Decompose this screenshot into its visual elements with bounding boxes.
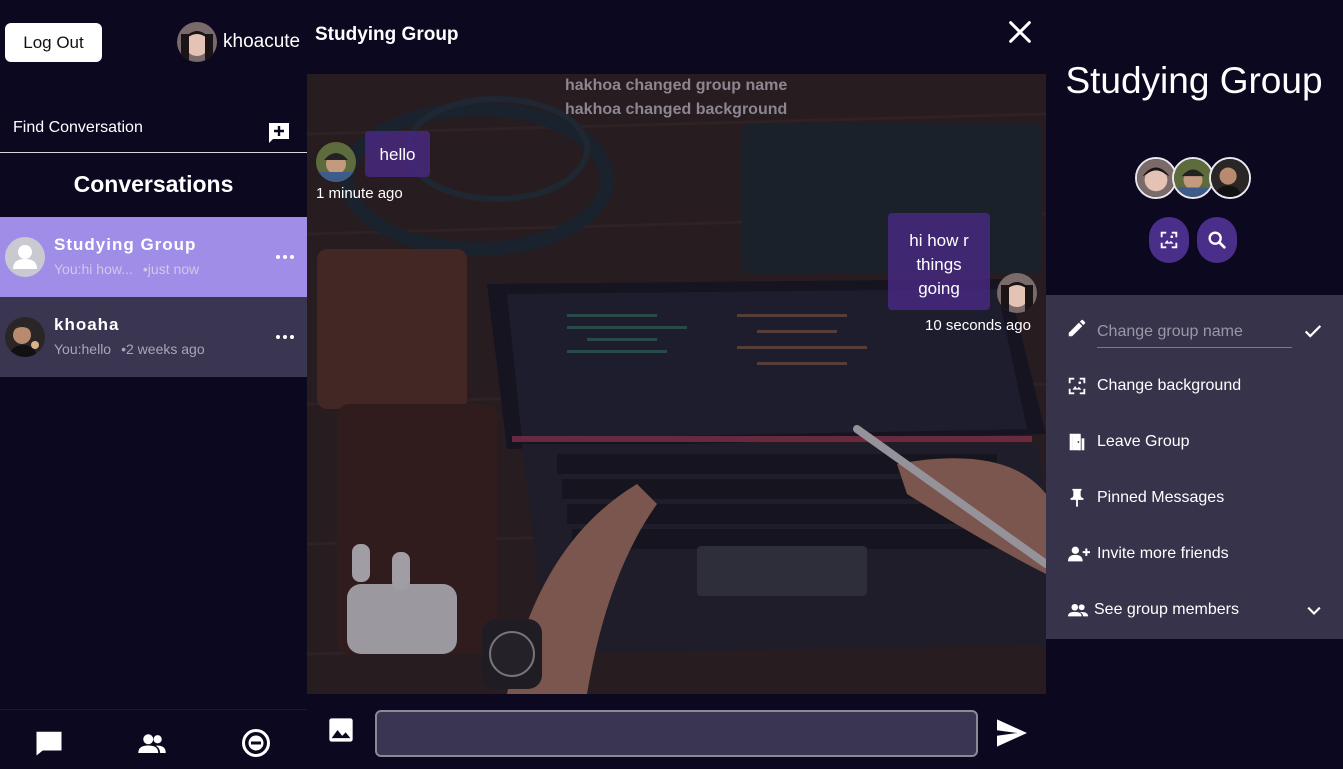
system-message: hakhoa changed background xyxy=(565,101,788,118)
member-avatar xyxy=(1135,157,1177,199)
message-time: 1 minute ago xyxy=(316,185,403,202)
last-message: You:hello xyxy=(54,341,112,357)
close-icon[interactable] xyxy=(1006,18,1034,46)
friends-icon[interactable] xyxy=(137,728,167,758)
rename-group-row xyxy=(1046,300,1343,356)
contact-avatar xyxy=(5,317,45,357)
see-members-label: See group members xyxy=(1094,601,1239,618)
sender-avatar xyxy=(316,142,356,182)
chat-icon[interactable] xyxy=(34,728,64,758)
group-name-heading: Studying Group xyxy=(1065,60,1323,101)
invite-friends-item[interactable]: Invite more friends xyxy=(1046,526,1343,582)
message-time: 10 seconds ago xyxy=(925,317,1031,334)
pinned-messages-item[interactable]: Pinned Messages xyxy=(1046,470,1343,526)
leave-group-label: Leave Group xyxy=(1097,433,1190,450)
group-name-input[interactable] xyxy=(1097,317,1292,348)
member-avatar xyxy=(1209,157,1251,199)
current-user[interactable]: khoacute xyxy=(177,22,300,62)
change-background-button[interactable] xyxy=(1149,217,1189,263)
more-options-icon[interactable] xyxy=(276,247,298,267)
blocked-icon[interactable] xyxy=(241,728,271,758)
door-exit-icon xyxy=(1069,433,1085,451)
chat-app: Log Out khoacute Find Conversation Conve… xyxy=(0,0,1343,769)
group-icon xyxy=(1067,603,1089,617)
pinned-messages-label: Pinned Messages xyxy=(1097,489,1225,506)
chevron-down-icon[interactable] xyxy=(1304,601,1324,621)
conversation-preview: You:hi how... •just now xyxy=(54,261,199,277)
wallpaper-icon xyxy=(1160,231,1178,249)
conversation-preview: You:hello •2 weeks ago xyxy=(54,341,205,357)
group-member-avatars[interactable] xyxy=(1135,157,1251,199)
leave-group-item[interactable]: Leave Group xyxy=(1046,414,1343,470)
add-person-icon xyxy=(1068,546,1090,562)
last-message-time: •just now xyxy=(142,261,200,277)
change-background-label: Change background xyxy=(1097,377,1242,394)
group-avatar xyxy=(5,237,45,277)
conversations-heading: Conversations xyxy=(73,171,234,197)
pin-icon xyxy=(1070,488,1084,508)
find-conversation-label: Find Conversation xyxy=(13,119,143,136)
pencil-icon xyxy=(1068,319,1086,337)
conversation-name: Studying Group xyxy=(54,235,197,254)
chat-title: Studying Group xyxy=(315,24,459,45)
find-conversation-row[interactable]: Find Conversation xyxy=(0,104,307,153)
user-avatar xyxy=(177,22,217,62)
sender-avatar xyxy=(997,273,1037,313)
invite-friends-label: Invite more friends xyxy=(1097,545,1229,562)
last-message-time: •2 weeks ago xyxy=(121,341,205,357)
conversation-item[interactable]: khoaha You:hello •2 weeks ago xyxy=(0,297,307,377)
message-bubble[interactable]: hi how r things going xyxy=(888,213,990,310)
send-icon[interactable] xyxy=(995,718,1029,748)
sidebar: Log Out khoacute Find Conversation Conve… xyxy=(0,0,307,769)
message-bubble[interactable]: hello xyxy=(365,131,430,177)
new-conversation-icon[interactable] xyxy=(267,121,291,145)
conversation-name: khoaha xyxy=(54,315,120,334)
confirm-check-icon[interactable] xyxy=(1302,320,1324,342)
wallpaper-icon xyxy=(1068,377,1086,395)
username: khoacute xyxy=(223,31,301,52)
more-options-icon[interactable] xyxy=(276,327,298,347)
conversation-item[interactable]: Studying Group You:hi how... •just now xyxy=(0,217,307,297)
image-icon[interactable] xyxy=(327,716,355,744)
bottom-nav xyxy=(0,709,307,769)
message-input[interactable] xyxy=(375,710,978,757)
change-background-item[interactable]: Change background xyxy=(1046,358,1343,414)
search-icon xyxy=(1208,231,1226,249)
member-avatar xyxy=(1172,157,1214,199)
last-message: You:hi how... xyxy=(54,261,133,277)
system-message: hakhoa changed group name xyxy=(565,77,788,94)
group-options-menu: Change background Leave Group Pinned Mes… xyxy=(1046,295,1343,639)
search-messages-button[interactable] xyxy=(1197,217,1237,263)
logout-button[interactable]: Log Out xyxy=(5,23,102,62)
chat-messages: hakhoa changed group name hakhoa changed… xyxy=(307,74,1046,694)
see-members-item[interactable]: See group members xyxy=(1046,582,1343,638)
